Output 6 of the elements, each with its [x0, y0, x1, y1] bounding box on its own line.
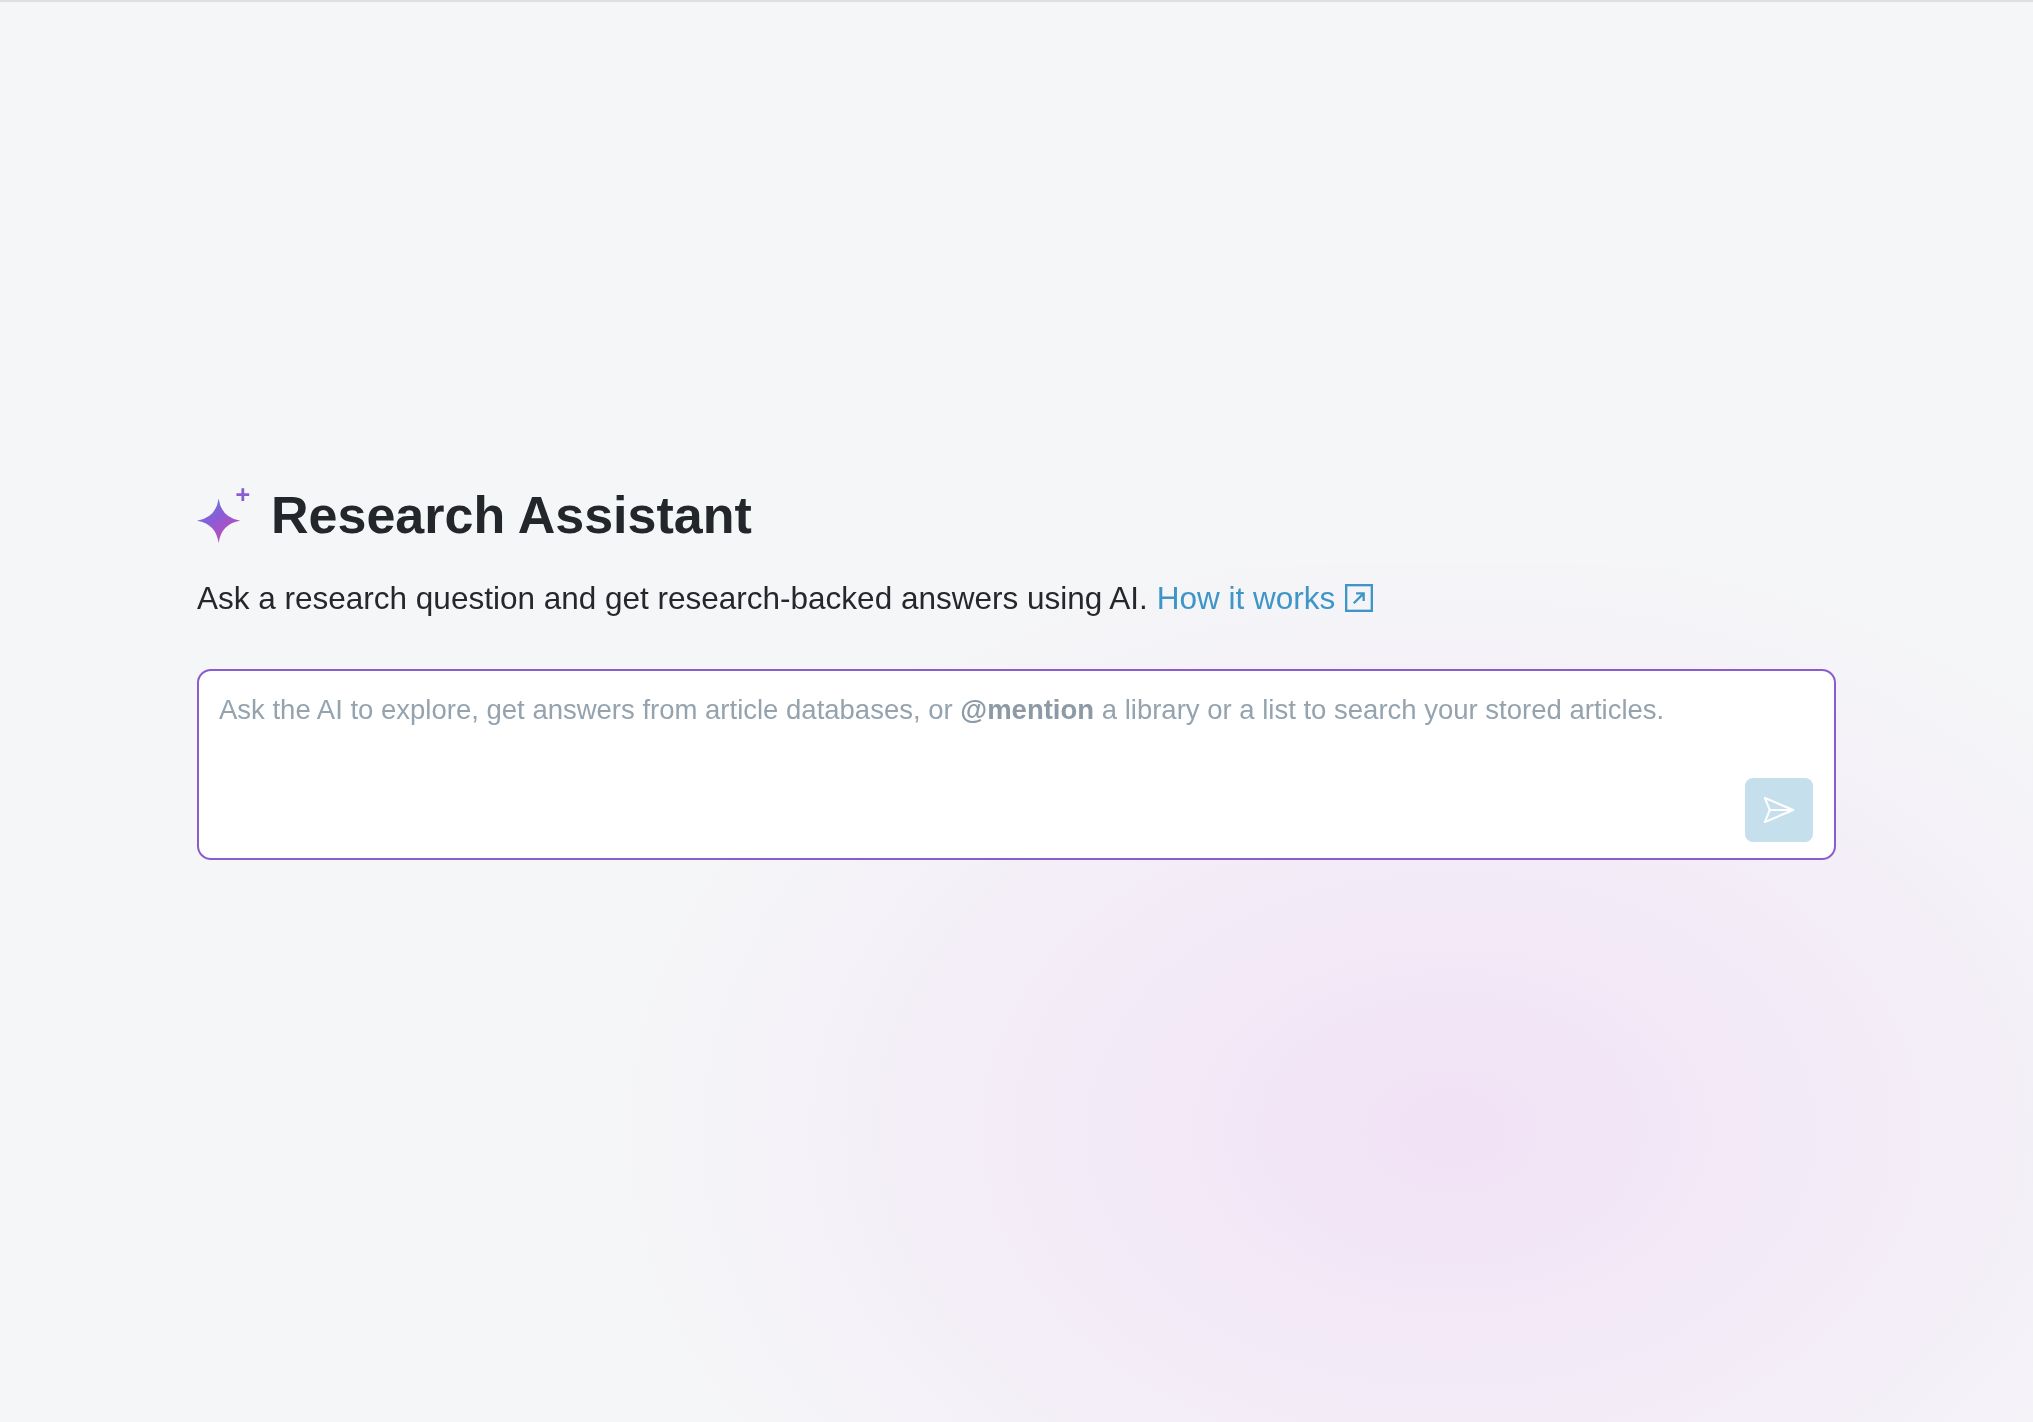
external-link-icon	[1345, 584, 1374, 612]
subtitle: Ask a research question and get research-backed answers using AI.	[197, 579, 1148, 617]
placeholder-text: Ask the AI to explore, get answers from article databases, or @mention a library or a list to search your stored articles.	[219, 693, 1665, 727]
prompt-field[interactable]: Ask the AI to explore, get answers from article databases, or @mention a library or a list to search your stored articles.	[197, 669, 1836, 860]
how-it-works-link[interactable]: How it works	[1156, 579, 1374, 617]
page-title: Research Assistant	[271, 485, 752, 545]
